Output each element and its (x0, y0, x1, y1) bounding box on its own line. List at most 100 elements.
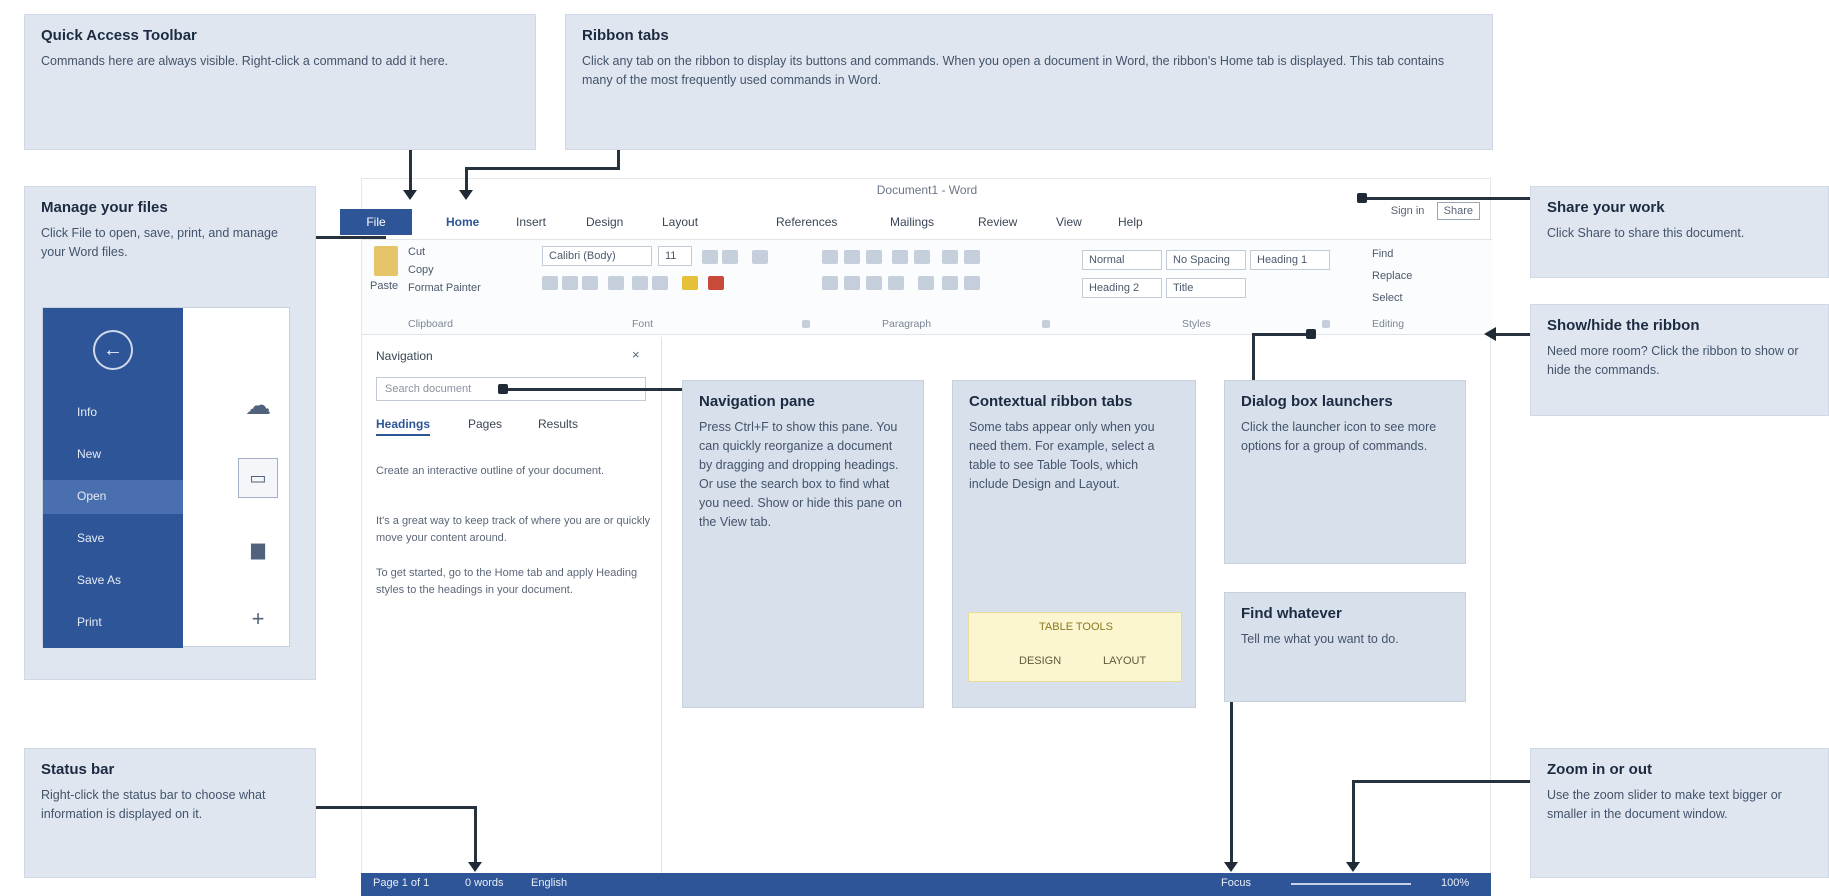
multilevel-list-icon[interactable] (866, 250, 882, 264)
highlight-icon[interactable] (682, 276, 698, 290)
table-tools-title: TABLE TOOLS (1039, 621, 1113, 633)
increase-indent-icon[interactable] (914, 250, 930, 264)
style-normal[interactable]: Normal (1082, 250, 1162, 270)
styles-dialog-launcher-icon[interactable] (1322, 320, 1330, 328)
subscript-icon[interactable] (632, 276, 648, 290)
back-arrow-icon[interactable]: ← (93, 330, 133, 370)
zoom-level[interactable]: 100% (1441, 877, 1469, 889)
select-button[interactable]: Select (1372, 292, 1403, 304)
paste-icon[interactable] (374, 246, 398, 276)
backstage-item-save-as[interactable]: Save As (43, 564, 183, 598)
underline-icon[interactable] (582, 276, 598, 290)
tab-references[interactable]: References (776, 209, 837, 235)
tab-home[interactable]: Home (446, 209, 479, 235)
callout-title: Find whatever (1241, 605, 1342, 622)
quick-access-callout: Quick Access Toolbar Commands here are a… (24, 14, 536, 150)
tab-insert[interactable]: Insert (516, 209, 546, 235)
connector-dot (1357, 193, 1367, 203)
callout-text: Press Ctrl+F to show this pane. You can … (699, 420, 902, 529)
replace-button[interactable]: Replace (1372, 270, 1412, 282)
italic-icon[interactable] (562, 276, 578, 290)
computer-icon[interactable]: ▆ (238, 530, 278, 570)
tab-headings[interactable]: Headings (376, 417, 431, 436)
tab-help[interactable]: Help (1118, 209, 1143, 235)
table-tools-layout-tab[interactable]: LAYOUT (1103, 655, 1146, 667)
callout-text: Click the launcher icon to see more opti… (1241, 420, 1437, 453)
backstage-item-new[interactable]: New (43, 438, 183, 472)
bold-icon[interactable] (542, 276, 558, 290)
status-language[interactable]: English (531, 877, 567, 889)
callout-title: Ribbon tabs (582, 27, 669, 44)
shrink-font-icon[interactable] (722, 250, 738, 264)
superscript-icon[interactable] (652, 276, 668, 290)
font-name-select[interactable]: Calibri (Body) (542, 246, 652, 266)
connector-line (505, 388, 682, 391)
paragraph-dialog-launcher-icon[interactable] (1042, 320, 1050, 328)
folder-icon[interactable]: ▭ (238, 458, 278, 498)
backstage-item-info[interactable]: Info (43, 396, 183, 430)
table-tools-design-tab[interactable]: DESIGN (1019, 655, 1061, 667)
align-left-icon[interactable] (822, 276, 838, 290)
callout-title: Status bar (41, 761, 115, 778)
nav-para-3: To get started, go to the Home tab and a… (376, 567, 638, 596)
callout-title: Show/hide the ribbon (1547, 317, 1700, 334)
connector-dot (1306, 329, 1316, 339)
numbering-icon[interactable] (844, 250, 860, 264)
tab-view[interactable]: View (1056, 209, 1082, 235)
callout-title: Contextual ribbon tabs (969, 393, 1133, 410)
navigation-pane: Navigation × Search document Headings Pa… (362, 337, 662, 877)
callout-text: Click Share to share this document. (1547, 226, 1745, 240)
status-page[interactable]: Page 1 of 1 (373, 877, 429, 889)
backstage-item-open[interactable]: Open (43, 480, 183, 514)
backstage-item-print[interactable]: Print (43, 606, 183, 640)
align-right-icon[interactable] (866, 276, 882, 290)
borders-icon[interactable] (964, 276, 980, 290)
zoom-slider[interactable] (1291, 883, 1411, 885)
bullets-icon[interactable] (822, 250, 838, 264)
decrease-indent-icon[interactable] (892, 250, 908, 264)
style-heading-2[interactable]: Heading 2 (1082, 278, 1162, 298)
sort-icon[interactable] (942, 250, 958, 264)
connector-line (465, 167, 468, 192)
status-words[interactable]: 0 words (465, 877, 504, 889)
font-dialog-launcher-icon[interactable] (802, 320, 810, 328)
tab-mailings[interactable]: Mailings (890, 209, 934, 235)
callout-title: Quick Access Toolbar (41, 27, 197, 44)
close-icon[interactable]: × (632, 347, 640, 362)
line-spacing-icon[interactable] (918, 276, 934, 290)
tab-pages[interactable]: Pages (468, 417, 502, 431)
connector-line (1230, 702, 1233, 866)
font-color-icon[interactable] (708, 276, 724, 290)
navigation-pane-callout: Navigation pane Press Ctrl+F to show thi… (682, 380, 924, 708)
tab-results[interactable]: Results (538, 417, 578, 431)
focus-button[interactable]: Focus (1221, 877, 1251, 889)
tab-review[interactable]: Review (978, 209, 1017, 235)
strikethrough-icon[interactable] (608, 276, 624, 290)
connector-line (474, 806, 477, 866)
show-marks-icon[interactable] (964, 250, 980, 264)
paste-button[interactable]: Paste (370, 280, 398, 292)
plus-icon[interactable]: + (238, 600, 278, 640)
cut-button[interactable]: Cut (408, 246, 425, 258)
font-size-select[interactable]: 11 (658, 246, 692, 266)
status-bar[interactable]: Page 1 of 1 0 words English Focus 100% (361, 873, 1491, 896)
backstage-item-save[interactable]: Save (43, 522, 183, 556)
nav-pane-title: Navigation (376, 349, 433, 363)
style-title[interactable]: Title (1166, 278, 1246, 298)
cloud-icon[interactable]: ☁ (238, 386, 278, 426)
callout-text: Need more room? Click the ribbon to show… (1547, 344, 1799, 377)
grow-font-icon[interactable] (702, 250, 718, 264)
find-button[interactable]: Find (1372, 248, 1393, 260)
shading-icon[interactable] (942, 276, 958, 290)
format-painter-button[interactable]: Format Painter (408, 282, 481, 294)
style-heading-1[interactable]: Heading 1 (1250, 250, 1330, 270)
justify-icon[interactable] (888, 276, 904, 290)
callout-title: Navigation pane (699, 393, 815, 410)
tab-design[interactable]: Design (586, 209, 623, 235)
copy-button[interactable]: Copy (408, 264, 434, 276)
tab-file[interactable]: File (340, 209, 412, 235)
clear-format-icon[interactable] (752, 250, 768, 264)
style-no-spacing[interactable]: No Spacing (1166, 250, 1246, 270)
align-center-icon[interactable] (844, 276, 860, 290)
tab-layout[interactable]: Layout (662, 209, 698, 235)
